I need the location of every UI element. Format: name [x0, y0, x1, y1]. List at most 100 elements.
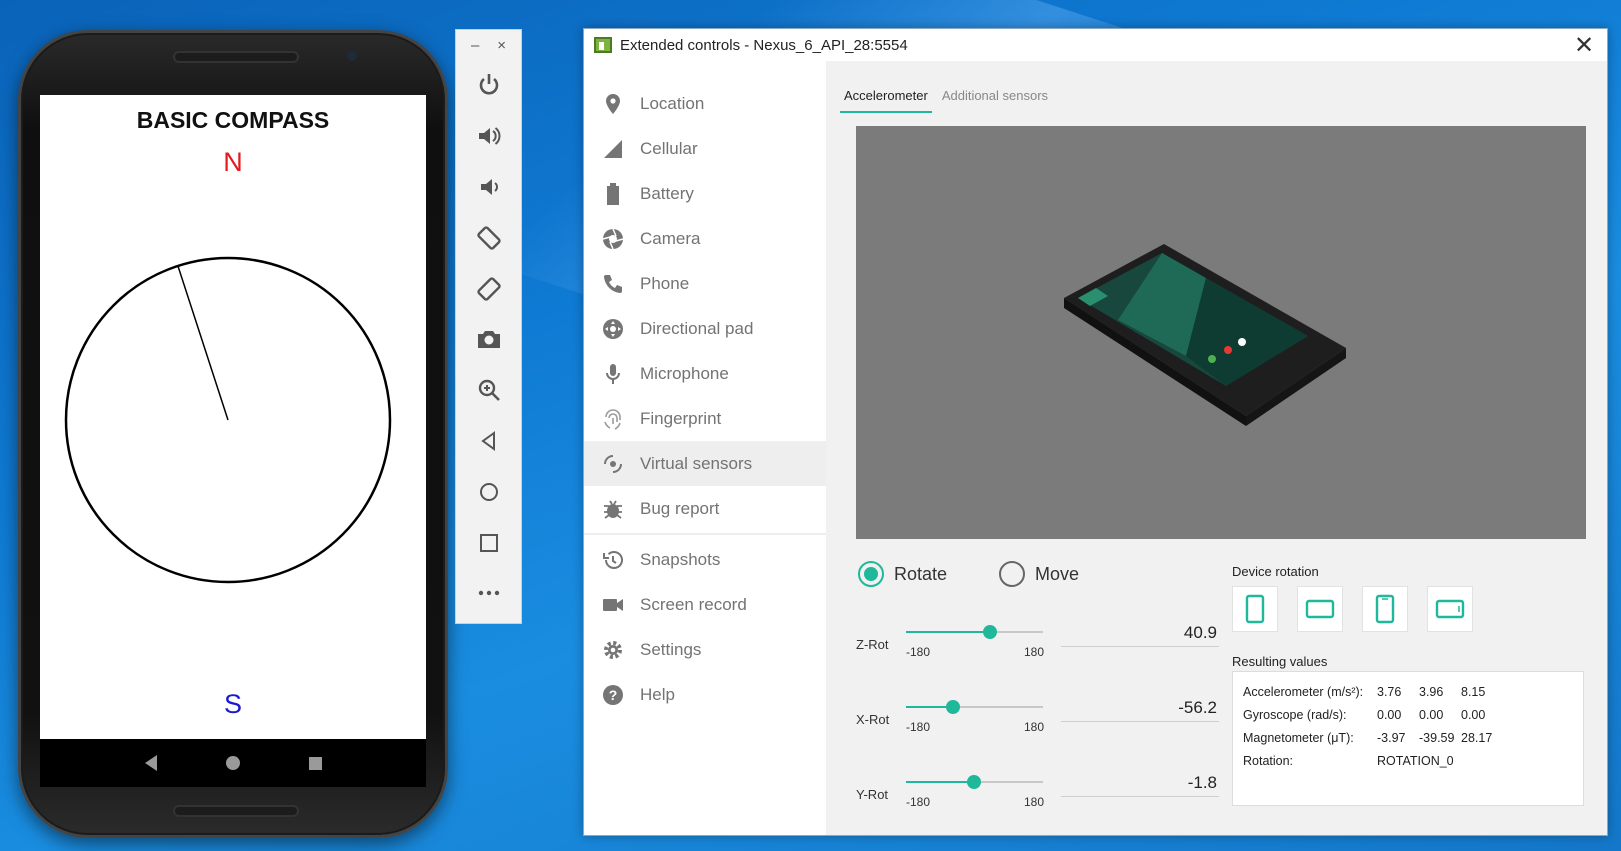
rotate-left-icon [476, 226, 501, 250]
gyroscope-y: 0.00 [1419, 707, 1444, 722]
rotate-right-icon [476, 276, 501, 301]
android-navbar [40, 739, 426, 787]
z-rot-min: -180 [906, 645, 931, 659]
sidebar-item-phone[interactable]: Phone [584, 261, 826, 306]
sidebar-item-location[interactable]: Location [584, 81, 826, 126]
rotation-reverse-portrait-button[interactable] [1362, 586, 1408, 632]
toolbar-close-button[interactable]: × [497, 37, 506, 54]
phone-icon [602, 273, 624, 295]
rotate-option[interactable]: Rotate [858, 561, 947, 587]
front-camera [347, 51, 357, 61]
rotation-reverse-landscape-button[interactable] [1427, 586, 1473, 632]
volume-up-button[interactable] [456, 111, 521, 162]
y-rot-fill [906, 781, 974, 783]
top-speaker [173, 51, 299, 63]
north-label: N [223, 147, 243, 177]
sidebar-item-label: Fingerprint [640, 408, 722, 428]
rotation-value: ROTATION_0 [1377, 753, 1454, 768]
sidebar-item-directional-pad[interactable]: Directional pad [584, 306, 826, 351]
bug-icon [602, 498, 624, 520]
z-rot-thumb[interactable] [983, 625, 998, 639]
power-button[interactable] [456, 60, 521, 111]
tab-additional-sensors[interactable]: Additional sensors [938, 83, 1052, 113]
nav-home-icon[interactable] [225, 756, 240, 770]
accelerometer-row: Accelerometer (m/s²): 3.76 3.96 8.15 [1243, 680, 1573, 703]
sidebar-item-microphone[interactable]: Microphone [584, 351, 826, 396]
magnetometer-label: Magnetometer (μT): [1243, 730, 1354, 745]
rotation-landscape-button[interactable] [1297, 586, 1343, 632]
resulting-values-box: Accelerometer (m/s²): 3.76 3.96 8.15 Gyr… [1232, 671, 1584, 806]
home-button[interactable] [456, 466, 521, 517]
camera-icon [477, 331, 500, 349]
sidebar-item-label: Help [640, 684, 675, 704]
screenshot-button[interactable] [456, 314, 521, 365]
emulator-toolbar: – × [455, 29, 522, 624]
z-rot-fill [906, 631, 991, 633]
toolbar-header: – × [456, 30, 521, 60]
y-rot-slider-row: Y-Rot -180 180 -1.8 [856, 773, 1221, 833]
rotate-left-button[interactable] [456, 212, 521, 263]
x-rot-thumb[interactable] [946, 700, 961, 714]
x-rot-track[interactable] [906, 700, 1043, 714]
sidebar-item-fingerprint[interactable]: Fingerprint [584, 396, 826, 441]
portrait-icon [1245, 594, 1265, 624]
mode-radio-group: Rotate Move [858, 561, 1131, 587]
home-icon [479, 482, 498, 501]
sidebar-item-virtual-sensors[interactable]: Virtual sensors [584, 441, 826, 486]
y-rot-thumb[interactable] [966, 775, 981, 789]
more-button[interactable] [456, 568, 521, 619]
bottom-speaker [173, 805, 299, 817]
sidebar-item-battery[interactable]: Battery [584, 171, 826, 216]
rotation-portrait-button[interactable] [1232, 586, 1278, 632]
sidebar-item-cellular[interactable]: Cellular [584, 126, 826, 171]
compass-app: BASIC COMPASS N S [40, 95, 426, 739]
overview-button[interactable] [456, 517, 521, 568]
emulator-phone-frame: BASIC COMPASS N S [18, 30, 448, 838]
window-close-button[interactable]: ✕ [1561, 31, 1607, 60]
y-rot-min: -180 [906, 795, 931, 809]
rotate-right-button[interactable] [456, 263, 521, 314]
z-rot-track[interactable] [906, 625, 1043, 639]
nav-recents-icon[interactable] [308, 756, 322, 770]
toolbar-minimize-button[interactable]: – [471, 37, 479, 54]
sidebar-item-label: Location [640, 93, 705, 113]
volume-down-button[interactable] [456, 162, 521, 213]
magnetometer-y: -39.59 [1419, 730, 1455, 745]
y-rot-track[interactable] [906, 775, 1043, 789]
z-rot-slider-row: Z-Rot -180 180 40.9 [856, 623, 1221, 683]
x-rot-value[interactable]: -56.2 [1061, 698, 1219, 722]
y-rot-value[interactable]: -1.8 [1061, 773, 1219, 797]
rotate-radio[interactable] [858, 561, 884, 587]
phone-screen[interactable]: BASIC COMPASS N S [40, 95, 426, 787]
gyroscope-label: Gyroscope (rad/s): [1243, 707, 1347, 722]
extended-controls-window: Extended controls - Nexus_6_API_28:5554 … [583, 28, 1608, 836]
move-radio[interactable] [999, 561, 1026, 587]
gyroscope-z: 0.00 [1461, 707, 1486, 722]
sidebar-item-settings[interactable]: Settings [584, 627, 826, 672]
zoom-button[interactable] [456, 365, 521, 416]
svg-text:?: ? [609, 687, 618, 703]
battery-icon [602, 182, 624, 205]
device-3d-viewport[interactable] [856, 126, 1586, 539]
sidebar-item-help[interactable]: ? Help [584, 672, 826, 717]
sidebar-item-label: Snapshots [640, 549, 721, 569]
sidebar-item-bug-report[interactable]: Bug report [584, 486, 826, 531]
window-title: Extended controls - Nexus_6_API_28:5554 [620, 36, 908, 54]
back-button[interactable] [456, 416, 521, 467]
accelerometer-x: 3.76 [1377, 684, 1402, 699]
volume-up-icon [478, 127, 500, 145]
move-option[interactable]: Move [999, 561, 1079, 587]
sidebar-item-label: Camera [640, 228, 701, 248]
tab-accelerometer[interactable]: Accelerometer [840, 83, 932, 113]
z-rot-value[interactable]: 40.9 [1061, 623, 1219, 647]
power-icon [479, 74, 498, 95]
sidebar-item-snapshots[interactable]: Snapshots [584, 537, 826, 582]
zoom-icon [478, 379, 500, 402]
nav-back-icon[interactable] [144, 755, 157, 771]
x-rot-min: -180 [906, 720, 931, 734]
x-rot-slider-row: X-Rot -180 180 -56.2 [856, 698, 1221, 758]
sidebar-item-screen-record[interactable]: Screen record [584, 582, 826, 627]
sidebar-item-camera[interactable]: Camera [584, 216, 826, 261]
compass-dial [64, 256, 392, 584]
reverse-portrait-icon [1375, 594, 1395, 624]
